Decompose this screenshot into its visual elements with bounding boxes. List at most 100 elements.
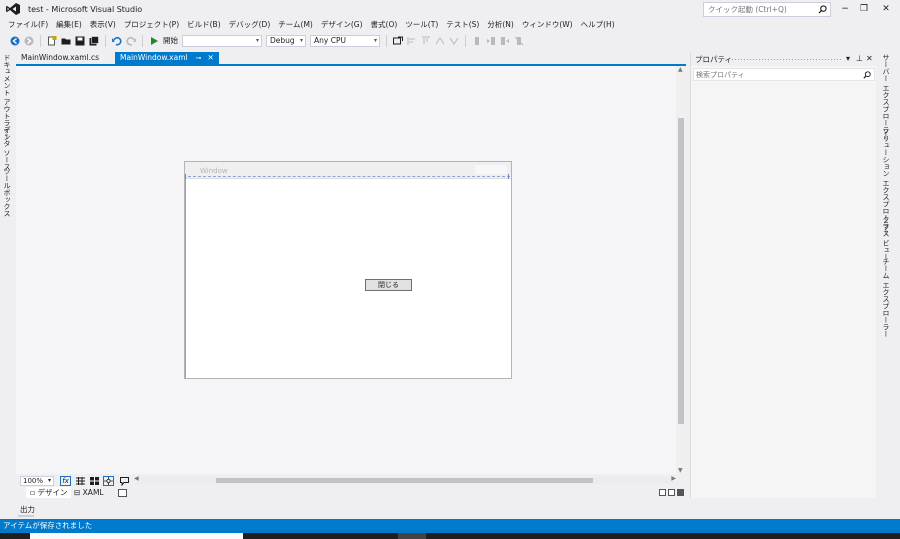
output-window-tab[interactable]: 出力 bbox=[20, 504, 35, 515]
target-combo[interactable]: ▾ bbox=[182, 34, 262, 47]
wpf-window-preview[interactable]: Window bbox=[184, 161, 512, 379]
pin-icon[interactable]: ⊥ bbox=[856, 53, 863, 65]
menu-bar: ファイル(F) 編集(E) 表示(V) プロジェクト(P) ビルド(B) デバッ… bbox=[0, 18, 900, 32]
status-bar: アイテムが保存されました bbox=[0, 519, 900, 533]
collapse-pane-icon[interactable] bbox=[677, 489, 684, 496]
platform-combo[interactable]: Any CPU ▾ bbox=[310, 34, 380, 47]
data-sources-tab[interactable]: データ ソース bbox=[2, 126, 12, 170]
align-top-icon bbox=[422, 36, 430, 44]
close-window-button[interactable]: ✕ bbox=[877, 2, 895, 16]
maximize-button[interactable]: ❐ bbox=[855, 2, 873, 16]
save-icon[interactable] bbox=[75, 36, 85, 46]
xaml-tab-label: XAML bbox=[82, 488, 104, 497]
scroll-thumb[interactable] bbox=[678, 118, 684, 424]
browser-link-icon[interactable] bbox=[393, 36, 403, 46]
close-panel-icon[interactable]: ✕ bbox=[866, 53, 873, 65]
tab-design[interactable]: ▫ デザイン bbox=[26, 487, 72, 498]
scroll-thumb[interactable] bbox=[216, 478, 593, 483]
start-debugging-icon[interactable] bbox=[149, 36, 159, 46]
next-bookmark-icon bbox=[501, 36, 509, 45]
menu-view[interactable]: 表示(V) bbox=[86, 18, 120, 32]
design-tab-label: デザイン bbox=[37, 488, 68, 497]
menu-debug[interactable]: デバッグ(D) bbox=[225, 18, 275, 32]
visual-studio-window: test - Microsoft Visual Studio − ❐ ✕ ファイ… bbox=[0, 0, 900, 539]
snap-to-gridlines-icon[interactable] bbox=[103, 476, 114, 486]
open-folder-icon[interactable] bbox=[61, 36, 71, 46]
toolbar-separator bbox=[40, 34, 41, 47]
bookmark-prev-icon bbox=[435, 36, 445, 44]
tab-label: MainWindow.xaml.cs bbox=[21, 53, 100, 62]
quick-launch-box[interactable] bbox=[703, 2, 831, 17]
output-tab-indicator bbox=[18, 515, 34, 517]
scroll-left-icon[interactable]: ◀ bbox=[134, 475, 139, 482]
tab-xaml[interactable]: ⊟ XAML bbox=[74, 487, 104, 498]
zoom-combo[interactable]: 100% ▾ bbox=[20, 476, 54, 486]
menu-team[interactable]: チーム(M) bbox=[274, 18, 317, 32]
menu-project[interactable]: プロジェクト(P) bbox=[120, 18, 183, 32]
standard-toolbar: 開始 ▾ Debug ▾ Any CPU ▾ bbox=[0, 32, 900, 49]
save-all-icon[interactable] bbox=[89, 35, 99, 46]
team-explorer-tab[interactable]: チーム エクスプローラー bbox=[881, 258, 891, 337]
search-icon[interactable] bbox=[818, 5, 827, 14]
wpf-window-title: Window bbox=[200, 167, 228, 175]
bookmark-icon bbox=[475, 36, 479, 45]
tab-mainwindow-xaml[interactable]: MainWindow.xaml ⊸ ✕ bbox=[115, 52, 219, 64]
taskbar-item[interactable] bbox=[30, 533, 243, 539]
properties-search-input[interactable] bbox=[694, 69, 854, 80]
window-title: test - Microsoft Visual Studio bbox=[28, 5, 143, 14]
new-project-icon[interactable] bbox=[47, 35, 57, 46]
minimize-button[interactable]: − bbox=[836, 2, 854, 16]
vertical-split-icon[interactable] bbox=[659, 489, 666, 496]
pin-icon[interactable]: ⊸ bbox=[196, 54, 202, 62]
quick-launch-input[interactable] bbox=[704, 3, 814, 16]
menu-tools[interactable]: ツール(T) bbox=[401, 18, 442, 32]
title-bar: test - Microsoft Visual Studio − ❐ ✕ bbox=[0, 0, 900, 18]
redo-icon[interactable] bbox=[126, 36, 136, 46]
designer-horizontal-scrollbar[interactable]: ◀ ▶ bbox=[134, 475, 676, 484]
xaml-view-icon: ⊟ bbox=[74, 488, 83, 497]
undo-icon[interactable] bbox=[112, 36, 122, 46]
wpf-window-controls bbox=[475, 165, 507, 174]
toolbox-tab[interactable]: ツールボックス bbox=[2, 168, 12, 217]
properties-search-box[interactable] bbox=[693, 68, 875, 81]
grid-lines-icon[interactable] bbox=[89, 476, 100, 486]
menu-window[interactable]: ウィンドウ(W) bbox=[518, 18, 577, 32]
menu-file[interactable]: ファイル(F) bbox=[4, 18, 52, 32]
menu-help[interactable]: ヘルプ(H) bbox=[577, 18, 619, 32]
scroll-right-icon[interactable]: ▶ bbox=[671, 475, 676, 482]
menu-analyze[interactable]: 分析(N) bbox=[483, 18, 517, 32]
forward-icon[interactable] bbox=[24, 36, 34, 46]
properties-title: プロパティ bbox=[695, 55, 733, 64]
close-button-control[interactable]: 閉じる bbox=[365, 279, 412, 291]
panel-menu-icon[interactable]: ▾ bbox=[846, 53, 850, 65]
menu-format[interactable]: 書式(O) bbox=[367, 18, 402, 32]
menu-edit[interactable]: 編集(E) bbox=[52, 18, 86, 32]
tab-mainwindow-xaml-cs[interactable]: MainWindow.xaml.cs bbox=[16, 52, 104, 64]
start-button-label[interactable]: 開始 bbox=[163, 35, 178, 46]
grid-row-guide[interactable] bbox=[185, 176, 186, 379]
grid-adorner bbox=[185, 174, 186, 179]
annotations-icon[interactable] bbox=[119, 476, 130, 486]
configuration-combo[interactable]: Debug ▾ bbox=[266, 34, 306, 47]
scroll-up-icon[interactable]: ▲ bbox=[678, 66, 683, 73]
scroll-down-icon[interactable]: ▼ bbox=[678, 467, 683, 474]
bookmark-next-icon bbox=[449, 37, 459, 45]
effects-toggle-icon[interactable]: fx bbox=[60, 476, 71, 486]
right-tool-strip: サーバー エクスプローラー ソリューション エクスプローラー クラス ビュー チ… bbox=[878, 52, 900, 518]
back-icon[interactable] bbox=[10, 36, 20, 46]
platform-value: Any CPU bbox=[314, 35, 346, 45]
design-xaml-split-bar: ▫ デザイン ⊟ XAML bbox=[16, 487, 686, 498]
menu-build[interactable]: ビルド(B) bbox=[183, 18, 225, 32]
swap-panes-icon[interactable] bbox=[118, 489, 127, 497]
taskbar-item[interactable] bbox=[398, 533, 426, 539]
designer-vertical-scrollbar[interactable]: ▲ ▼ bbox=[676, 66, 686, 474]
grid-column-guide[interactable] bbox=[188, 176, 510, 177]
grid-toggle-icon[interactable] bbox=[75, 476, 86, 486]
menu-test[interactable]: テスト(S) bbox=[442, 18, 483, 32]
horizontal-split-icon[interactable] bbox=[668, 489, 675, 496]
panel-grip[interactable] bbox=[731, 58, 841, 61]
search-icon[interactable] bbox=[863, 71, 871, 79]
menu-design[interactable]: デザイン(G) bbox=[317, 18, 367, 32]
close-tab-icon[interactable]: ✕ bbox=[207, 53, 213, 62]
class-view-tab[interactable]: クラス ビュー bbox=[881, 216, 891, 260]
